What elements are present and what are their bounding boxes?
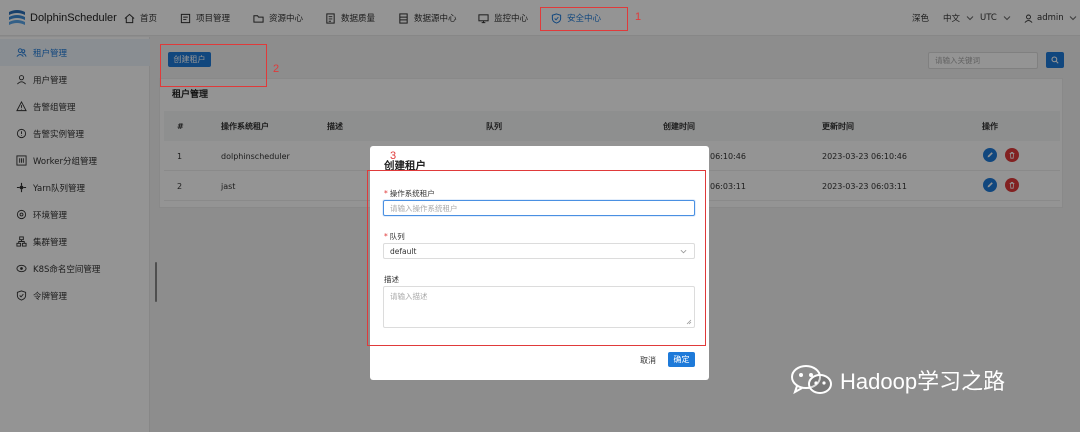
annotation-number-2: 2 — [273, 63, 280, 75]
annotation-box-2 — [160, 44, 267, 87]
confirm-button[interactable]: 确定 — [668, 352, 695, 367]
annotation-number-1: 1 — [635, 11, 642, 23]
annotation-box-1 — [540, 7, 628, 31]
cancel-button[interactable]: 取消 — [640, 355, 656, 366]
confirm-button-label: 确定 — [673, 355, 690, 364]
watermark: Hadoop学习之路 — [790, 364, 1005, 396]
annotation-box-3 — [367, 170, 706, 346]
wechat-icon — [791, 365, 832, 395]
annotation-number-3: 3 — [390, 150, 397, 162]
watermark-text: Hadoop学习之路 — [840, 369, 1006, 394]
